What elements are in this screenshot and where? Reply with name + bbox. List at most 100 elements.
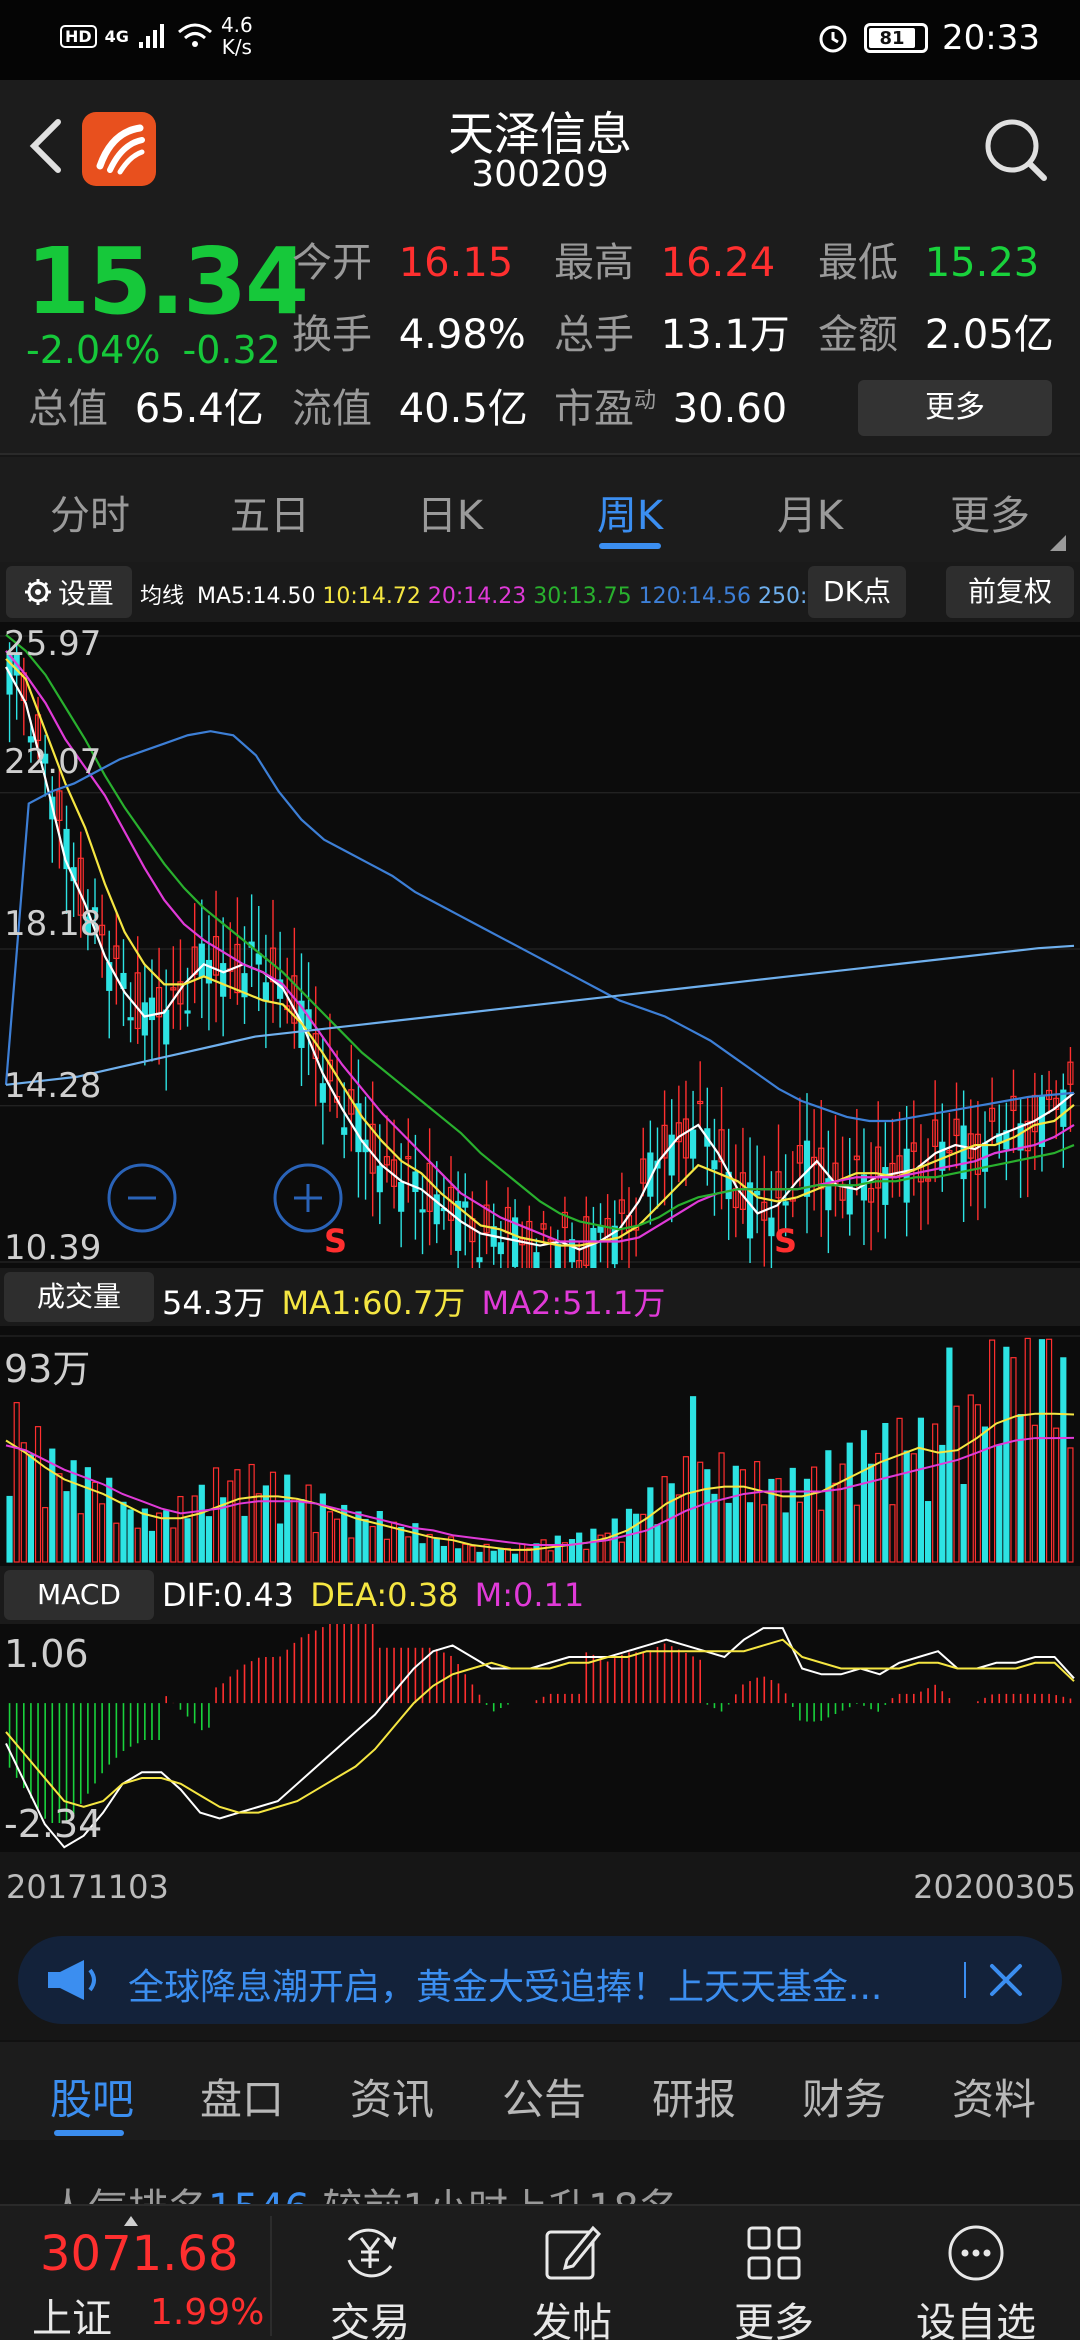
volume-bar-up (113, 1522, 120, 1563)
tab-finance[interactable]: 财务 (802, 2066, 886, 2127)
index-value: 3071.68 (40, 2226, 239, 2282)
tab-weekly-k[interactable]: 周K (540, 483, 720, 541)
y-tick-4: 14.28 (4, 1066, 102, 1106)
corner-triangle-icon (1050, 535, 1066, 551)
candle-down (127, 1017, 134, 1021)
open-value: 16.15 (398, 240, 514, 286)
tab-daily-k[interactable]: 日K (360, 483, 540, 541)
volume-bar-down (746, 1502, 754, 1563)
more-quote-button[interactable]: 更多 (858, 380, 1052, 436)
candle-down (462, 1201, 469, 1208)
volume-label: 总手 (554, 312, 634, 358)
tab-research[interactable]: 研报 (652, 2066, 736, 2127)
volume-bar-down (284, 1474, 291, 1563)
tab-orderbook[interactable]: 盘口 (200, 2066, 284, 2127)
volume-chart[interactable] (0, 1326, 1080, 1566)
volume-bar-down (1060, 1357, 1067, 1563)
volume-bar-up (1031, 1424, 1038, 1563)
volume-bar-up (177, 1495, 184, 1563)
hd-badge: HD (60, 24, 97, 48)
volume-legend: 54.3万 MA1:60.7万 MA2:51.1万 (162, 1278, 665, 1324)
volume-bar-down (476, 1551, 483, 1563)
volume-bar-up (697, 1461, 704, 1563)
volume-bar-down (647, 1487, 654, 1563)
tab-news[interactable]: 资讯 (350, 2066, 434, 2127)
tab-announcements[interactable]: 公告 (502, 2066, 586, 2127)
volume-bar-up (811, 1466, 818, 1563)
dk-point-button[interactable]: DK点 (808, 566, 906, 618)
adjust-button[interactable]: 前复权 (946, 566, 1074, 618)
ma-legend: 均线 MA5:14.50 10:14.72 20:14.23 30:13.75 … (140, 578, 870, 610)
sell-marker: S (324, 1222, 348, 1260)
volume-bar-up (426, 1533, 433, 1563)
nav-more[interactable]: 更多 (674, 2206, 874, 2340)
volume-bar-up (818, 1509, 825, 1563)
candle-down (590, 1227, 597, 1268)
volume-bar-up (212, 1467, 220, 1563)
volume-bar-down (732, 1465, 739, 1563)
volume-bar-up (42, 1507, 49, 1563)
zoom-out-icon[interactable] (104, 1160, 180, 1236)
edit-icon (545, 2225, 602, 2280)
promo-banner[interactable]: 全球降息潮开启，黄金大受追捧！上天天基金... (18, 1936, 1062, 2024)
mktcap-value: 65.4亿 (134, 386, 264, 432)
volume-bar-down (917, 1417, 925, 1563)
macd-legend: DIF:0.43 DEA:0.38 M:0.11 (162, 1576, 584, 1614)
tab-monthly-k[interactable]: 月K (720, 483, 900, 541)
candle-down (376, 1165, 383, 1193)
candle-down (689, 1129, 697, 1159)
volume-bar-down (611, 1518, 618, 1563)
close-icon[interactable] (978, 1952, 1034, 2008)
tab-five-day[interactable]: 五日 (180, 483, 360, 541)
net-speed: 4.6 K/s (221, 14, 253, 58)
current-price: 15.34 (26, 228, 309, 335)
tab-guba[interactable]: 股吧 (50, 2066, 134, 2127)
candle-down (846, 1184, 853, 1215)
tab-profile[interactable]: 资料 (952, 2066, 1036, 2127)
volume-bar-up (675, 1494, 682, 1563)
index-widget[interactable]: 3071.68 上证 1.99% (0, 2206, 270, 2340)
banner-divider (964, 1962, 966, 1998)
volume-bar-up (1010, 1357, 1017, 1563)
candle-down (398, 1181, 405, 1212)
macd-header: MACD DIF:0.43 DEA:0.38 M:0.11 (0, 1566, 1080, 1624)
nav-trade[interactable]: 交易 (270, 2206, 470, 2340)
search-icon[interactable] (980, 114, 1050, 184)
mktcap-label: 总值 (28, 386, 108, 432)
candle-down (341, 1127, 348, 1135)
volume-bar-up (889, 1504, 896, 1563)
volume-indicator-button[interactable]: 成交量 (4, 1272, 154, 1322)
volume-bar-down (533, 1543, 540, 1563)
ma10-value: 10:14.72 (322, 584, 421, 609)
status-bar: HD 4G 4.6 K/s 81 20:33 (0, 0, 1080, 80)
volume-bar-up (932, 1423, 939, 1563)
amount-label: 金额 (818, 312, 898, 358)
candle-down (554, 1243, 561, 1268)
tab-intraday[interactable]: 分时 (0, 483, 180, 541)
volume-bar-up (99, 1503, 106, 1563)
volume-bar-down (70, 1460, 77, 1563)
ma120-value: 120:14.56 (638, 584, 751, 609)
chart-settings-button[interactable]: 设置 (6, 566, 132, 618)
macd-indicator-button[interactable]: MACD (4, 1570, 154, 1620)
volume-bar-down (860, 1430, 868, 1563)
tab-more[interactable]: 更多 (900, 483, 1080, 541)
title-bar: 天泽信息 300209 (0, 80, 1080, 210)
macd-chart[interactable] (0, 1624, 1080, 1852)
y-tick-top: 25.97 (4, 624, 102, 664)
volume-bar-up (583, 1548, 590, 1563)
volume-bar-down (996, 1444, 1003, 1563)
chart-area[interactable]: 25.97 22.07 18.18 14.28 10.39 S S 成交量 54… (0, 622, 1080, 1852)
turnover-value: 4.98% (398, 312, 526, 358)
volume-bar-down (1003, 1346, 1010, 1563)
ma20-value: 20:14.23 (427, 584, 527, 609)
nav-watchlist-label: 设自选 (916, 2300, 1036, 2340)
volume-bar-down (362, 1518, 369, 1563)
low-label: 最低 (818, 240, 898, 286)
volume-bar-down (27, 1454, 35, 1563)
volume-bar-down (419, 1543, 426, 1563)
nav-post[interactable]: 发帖 (472, 2206, 672, 2340)
volume-bar-up (348, 1537, 355, 1563)
nav-watchlist[interactable]: 设自选 (876, 2206, 1076, 2340)
volume-bar-down (120, 1501, 127, 1563)
